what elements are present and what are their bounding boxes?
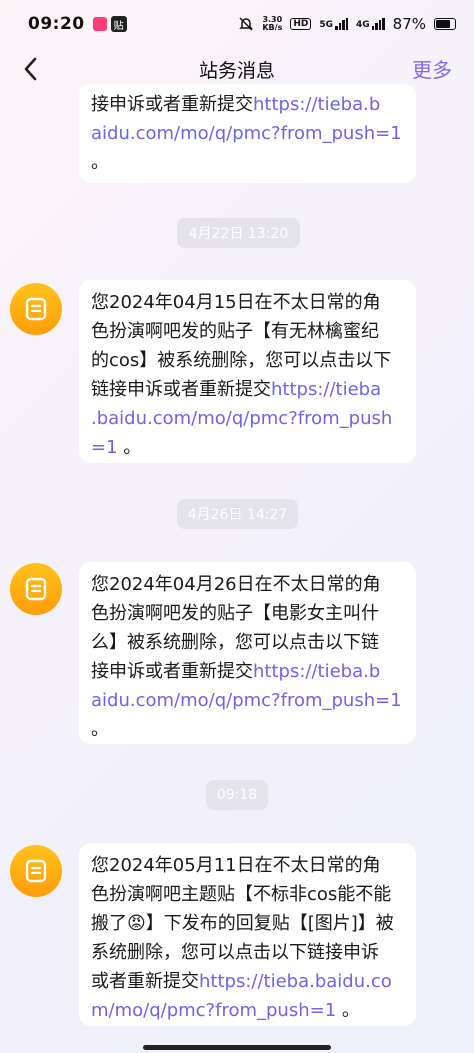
battery-percent: 87%	[392, 15, 426, 33]
timestamp: 09:18	[206, 780, 268, 810]
status-time: 09:20	[28, 14, 85, 34]
signal-bars-icon	[371, 18, 385, 30]
message-link[interactable]: aidu.com/mo/q/pmc?from_push=1	[91, 119, 402, 148]
message-bubble: 您2024年04月15日在不太日常的角 色扮演啊吧发的贴子【有无林檎蜜纪 的co…	[79, 280, 416, 463]
message-line: 的cos】被系统删除，您可以点击以下	[91, 350, 392, 371]
message-end: 。	[91, 719, 109, 740]
timestamp: 4月22日 13:20	[177, 218, 300, 248]
more-button[interactable]: 更多	[412, 54, 452, 83]
page-title: 站务消息	[198, 60, 275, 82]
message-link[interactable]: .baidu.com/mo/q/pmc?from_push	[91, 404, 402, 433]
message-line: 您2024年04月26日在不太日常的角	[91, 574, 381, 595]
battery-icon	[434, 18, 456, 30]
net-speed: 3.30 KB/s	[262, 15, 283, 32]
document-icon	[25, 297, 47, 321]
hd-badge: HD	[290, 18, 312, 30]
message-line: =1 。	[91, 437, 142, 458]
system-avatar[interactable]	[10, 563, 62, 615]
message-line: 接申诉或者重新提交https://tieba.b	[91, 94, 381, 115]
system-avatar[interactable]	[10, 845, 62, 897]
message-bubble: 接申诉或者重新提交https://tieba.b aidu.com/mo/q/p…	[79, 84, 416, 183]
message-line: 色扮演啊吧主题贴【不标非cos能不能	[91, 884, 392, 905]
home-indicator[interactable]	[143, 1045, 331, 1050]
signal-5g: 5G	[319, 18, 348, 30]
tieba-notification-icon: 贴	[110, 16, 127, 32]
timestamp: 4月26日 14:27	[177, 499, 298, 529]
message-line: 搬了😡】下发布的回复贴【[图片]】被	[91, 913, 394, 934]
document-icon	[25, 577, 47, 601]
status-bar: 09:20 贴 3.30 KB/s HD 5G 4G 87%	[0, 0, 474, 48]
message-bubble: 您2024年04月26日在不太日常的角 色扮演啊吧发的贴子【电影女主叫什 么】被…	[79, 562, 416, 744]
message-link[interactable]: aidu.com/mo/q/pmc?from_push=1	[91, 686, 402, 715]
message-line: 或者重新提交https://tieba.baidu.co	[91, 971, 392, 992]
signal-bars-icon	[335, 18, 348, 30]
message-line: 色扮演啊吧发的贴子【有无林檎蜜纪	[91, 321, 379, 342]
message-link[interactable]: https://tieba.baidu.co	[199, 971, 392, 992]
signal-4g: 4G	[356, 18, 385, 30]
message-link[interactable]: https://tieba.b	[253, 94, 380, 115]
message-bubble: 您2024年05月11日在不太日常的角 色扮演啊吧主题贴【不标非cos能不能 搬…	[79, 843, 416, 1026]
system-avatar[interactable]	[10, 283, 62, 335]
message-end: 。	[91, 152, 109, 173]
message-line: 接申诉或者重新提交https://tieba.b	[91, 661, 381, 682]
message-link[interactable]: m/mo/q/pmc?from_push=1	[91, 1000, 336, 1021]
document-icon	[25, 859, 47, 883]
message-link[interactable]: https://tieba.b	[253, 661, 380, 682]
app-notification-icon	[92, 17, 107, 31]
message-line: 系统删除，您可以点击以下链接申诉	[91, 942, 379, 963]
message-line: 您2024年04月15日在不太日常的角	[91, 292, 381, 313]
message-link[interactable]: =1	[91, 437, 118, 458]
message-link[interactable]: https://tieba	[271, 379, 381, 400]
message-line: 么】被系统删除，您可以点击以下链	[91, 632, 379, 653]
mute-icon	[239, 17, 254, 31]
message-line: 链接申诉或者重新提交https://tieba	[91, 379, 382, 400]
message-line: m/mo/q/pmc?from_push=1 。	[91, 1000, 360, 1021]
angry-emoji-icon: 😡	[127, 913, 146, 934]
message-line: 色扮演啊吧发的贴子【电影女主叫什	[91, 603, 379, 624]
message-line: 您2024年05月11日在不太日常的角	[91, 855, 381, 876]
